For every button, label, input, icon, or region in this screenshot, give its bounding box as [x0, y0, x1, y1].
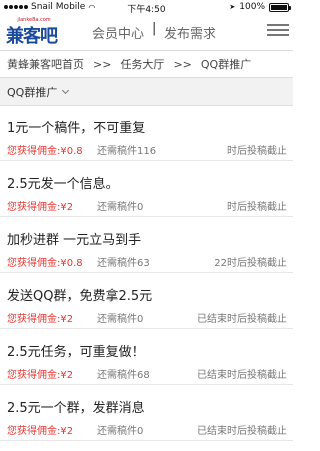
site-logo[interactable]: jianke8a.com 兼客吧: [6, 17, 62, 47]
reward-label: 您获得佣金:: [7, 146, 61, 157]
task-remaining: 还需稿件0: [97, 202, 144, 213]
hamburger-icon-bar: [267, 29, 289, 31]
breadcrumb-separator: >>: [93, 57, 112, 71]
task-title[interactable]: 加秒进群 一元立马到手: [7, 229, 141, 248]
member-center-link[interactable]: 会员中心: [92, 23, 144, 42]
reward-label: 您获得佣金:: [7, 258, 61, 269]
task-title[interactable]: 发送QQ群，免费拿2.5元: [7, 285, 152, 304]
hamburger-icon-bar: [267, 24, 289, 26]
task-remaining: 还需稿件68: [97, 370, 150, 381]
task-item[interactable]: 2.5元任务，可重复做！ 您获得佣金:¥2 还需稿件68 已结束时后投稿截止: [0, 330, 293, 385]
task-title[interactable]: 2.5元一个群，发群消息: [7, 397, 145, 416]
menu-button[interactable]: [267, 21, 289, 41]
task-title[interactable]: 2.5元任务，可重复做！: [7, 341, 145, 360]
reward-label: 您获得佣金:: [7, 426, 61, 437]
task-item[interactable]: 1元一个稿件，不可重复 您获得佣金:¥0.8 还需稿件116 时后投稿截止: [0, 106, 293, 161]
site-header: jianke8a.com 兼客吧 会员中心 | 发布需求: [0, 14, 293, 50]
task-remaining: 还需稿件0: [97, 314, 144, 325]
task-deadline: 已结束时后投稿截止: [197, 426, 287, 437]
task-remaining: 还需稿件63: [97, 258, 150, 269]
task-deadline: 22时后投稿截止: [214, 258, 287, 269]
chevron-down-icon: [62, 86, 70, 94]
breadcrumb: 黄蜂兼客吧首页 >> 任务大厅 >> QQ群推广: [0, 50, 293, 78]
nav-separator: |: [152, 21, 157, 36]
task-reward: 您获得佣金:¥0.8: [7, 254, 83, 269]
status-bar: Snail Mobile ◠ 下午4:50 ➤ 100%: [0, 0, 293, 15]
category-filter[interactable]: QQ群推广: [0, 78, 293, 106]
publish-link[interactable]: 发布需求: [164, 23, 216, 42]
task-deadline: 已结束时后投稿截止: [197, 314, 287, 325]
breadcrumb-home[interactable]: 黄蜂兼客吧首页: [7, 56, 84, 72]
task-remaining: 还需稿件116: [97, 146, 157, 157]
logo-text: 兼客吧: [6, 26, 58, 47]
reward-label: 您获得佣金:: [7, 314, 61, 325]
location-icon: ➤: [229, 3, 236, 11]
task-reward: 您获得佣金:¥2: [7, 310, 73, 325]
breadcrumb-task-hall[interactable]: 任务大厅: [120, 56, 164, 72]
task-deadline: 时后投稿截止: [227, 146, 287, 157]
category-filter-label: QQ群推广: [7, 85, 58, 99]
task-item[interactable]: 2.5元发一个信息。 您获得佣金:¥2 还需稿件0 时后投稿截止: [0, 162, 293, 217]
reward-value: ¥2: [60, 370, 74, 381]
reward-value: ¥2: [60, 426, 74, 437]
reward-label: 您获得佣金:: [7, 370, 61, 381]
battery-icon: [269, 2, 291, 12]
task-deadline: 已结束时后投稿截止: [197, 370, 287, 381]
breadcrumb-separator: >>: [173, 57, 192, 71]
task-title[interactable]: 1元一个稿件，不可重复: [7, 117, 145, 136]
hamburger-icon-bar: [267, 34, 289, 36]
task-item[interactable]: 2.5元一个群，发群消息 您获得佣金:¥2 还需稿件0 已结束时后投稿截止: [0, 386, 293, 441]
battery-fill: [271, 4, 287, 10]
task-title[interactable]: 2.5元发一个信息。: [7, 173, 119, 192]
task-reward: 您获得佣金:¥0.8: [7, 142, 83, 157]
task-deadline: 时后投稿截止: [227, 202, 287, 213]
task-item[interactable]: 发送QQ群，免费拿2.5元 您获得佣金:¥2 还需稿件0 已结束时后投稿截止: [0, 274, 293, 329]
task-remaining: 还需稿件0: [97, 426, 144, 437]
task-reward: 您获得佣金:¥2: [7, 422, 73, 437]
breadcrumb-current[interactable]: QQ群推广: [201, 56, 251, 72]
task-reward: 您获得佣金:¥2: [7, 198, 73, 213]
status-right: ➤ 100%: [229, 2, 291, 12]
battery-percent: 100%: [239, 2, 265, 12]
task-reward: 您获得佣金:¥2: [7, 366, 73, 381]
reward-value: ¥0.8: [60, 146, 83, 157]
task-item[interactable]: 加秒进群 一元立马到手 您获得佣金:¥0.8 还需稿件63 22时后投稿截止: [0, 218, 293, 273]
reward-value: ¥2: [60, 202, 74, 213]
reward-value: ¥0.8: [60, 258, 83, 269]
reward-value: ¥2: [60, 314, 74, 325]
reward-label: 您获得佣金:: [7, 202, 61, 213]
